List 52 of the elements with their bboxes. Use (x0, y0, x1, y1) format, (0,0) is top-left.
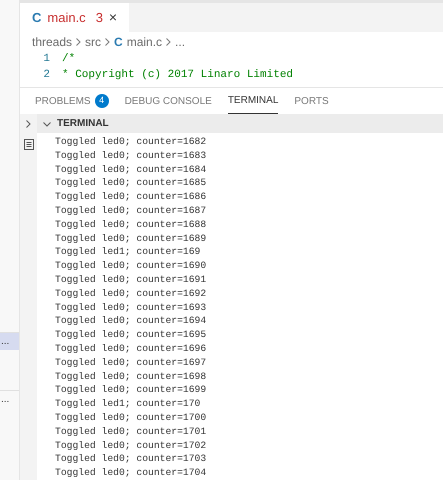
terminal-line: Toggled led0; counter=1700 (55, 411, 206, 425)
terminal-line: Toggled led0; counter=1704 (55, 466, 206, 480)
terminal-line: Toggled led0; counter=1698 (55, 370, 206, 384)
terminal-line: Toggled led0; counter=1703 (55, 452, 206, 466)
code-comment: /* (62, 52, 76, 67)
editor-tab[interactable]: C main.c 3 × (20, 3, 130, 32)
chevron-icon[interactable] (26, 120, 31, 128)
terminal-line: Toggled led1; counter=170 (55, 397, 200, 412)
terminal-line: Toggled led0; counter=1686 (55, 190, 206, 204)
terminal-line: Toggled led0; counter=1682 (55, 135, 206, 149)
c-file-icon: C (32, 8, 42, 28)
terminal-line: Toggled led0; counter=1689 (55, 232, 206, 246)
terminal-line: Toggled led0; counter=1693 (55, 300, 206, 314)
breadcrumb-item[interactable]: main.c (126, 32, 162, 50)
line-number: 1 (42, 52, 51, 67)
terminal-line: Toggled led0; counter=1691 (55, 273, 206, 287)
terminal-line: Toggled led0; counter=1701 (55, 424, 206, 439)
chevron-icon (76, 38, 82, 46)
terminal-line: Toggled led0; counter=1696 (55, 342, 206, 356)
panel-tab[interactable]: PORTS (294, 88, 329, 114)
breadcrumb-item[interactable]: ... (175, 32, 186, 50)
problem-count: 3 (96, 8, 103, 27)
chevron-icon (105, 38, 110, 46)
code-comment: * Copyright (c) 2017 Linaro Limited (62, 68, 294, 83)
clipboard-icon[interactable] (24, 138, 34, 150)
terminal-line: Toggled led0; counter=1694 (55, 314, 206, 328)
terminal-line: Toggled led0; counter=1697 (55, 356, 206, 370)
terminal-line: Toggled led1; counter=169 (55, 245, 200, 260)
terminal-line: Toggled led0; counter=1688 (55, 218, 206, 232)
terminal-line: Toggled led0; counter=1699 (55, 383, 206, 398)
line-number: 2 (42, 68, 51, 83)
terminal-header[interactable]: TERMINAL (37, 114, 443, 134)
terminal-line: Toggled led0; counter=1683 (55, 148, 206, 163)
panel-tab[interactable]: PROBLEMS 4 (35, 88, 109, 114)
terminal-line: Toggled led0; counter=1690 (55, 259, 206, 274)
close-icon[interactable]: × (108, 7, 118, 28)
c-file-icon: C (114, 32, 123, 50)
terminal-line: Toggled led0; counter=1702 (55, 438, 206, 452)
chevron-icon (166, 38, 172, 46)
panel-tab[interactable]: DEBUG CONSOLE (124, 88, 212, 114)
tab-filename: main.c (47, 8, 86, 27)
count-badge: 4 (94, 94, 109, 108)
section-title: TERMINAL (57, 117, 109, 132)
chevron-icon (43, 120, 51, 128)
breadcrumb-item[interactable]: src (85, 32, 102, 50)
terminal-line: Toggled led0; counter=1687 (55, 204, 206, 218)
sidebar-item[interactable]: ... (0, 332, 19, 350)
terminal-line: Toggled led0; counter=1692 (55, 286, 206, 301)
terminal-line: Toggled led0; counter=1695 (55, 328, 206, 342)
terminal-line: Toggled led0; counter=1685 (55, 176, 206, 190)
breadcrumb-item[interactable]: threads (32, 32, 72, 50)
terminal-line: Toggled led0; counter=1684 (55, 162, 206, 176)
